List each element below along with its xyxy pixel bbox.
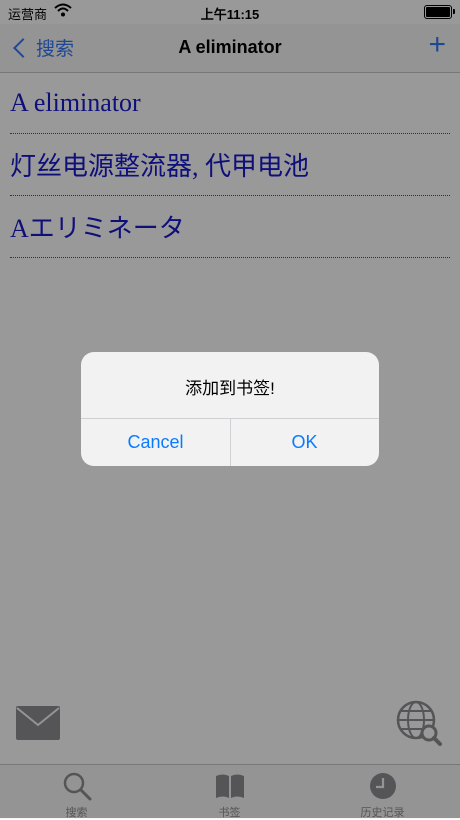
ok-button[interactable]: OK	[230, 419, 379, 466]
cancel-button[interactable]: Cancel	[81, 419, 231, 466]
alert-message: 添加到书签!	[185, 379, 275, 398]
bookmark-alert: 添加到书签! Cancel OK	[81, 352, 379, 466]
